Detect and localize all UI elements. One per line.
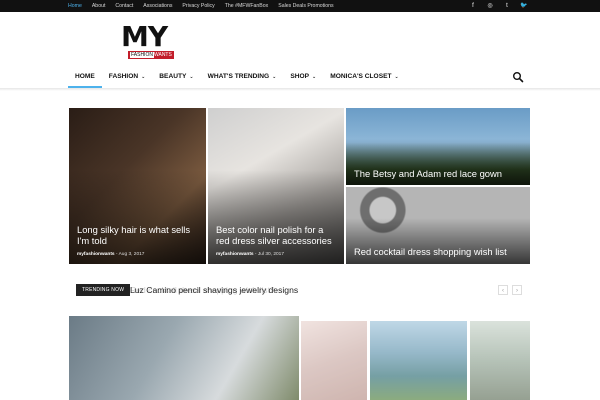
top-links: Home About Contact Associations Privacy … <box>68 0 334 12</box>
nav-item-monicas-closet[interactable]: MONICA'S CLOSET ⌄ <box>323 66 405 88</box>
logo-tagline-prefix: FASHION <box>130 52 154 58</box>
nav-divider <box>0 88 600 91</box>
top-link-fanbox[interactable]: The #MFWFanBox <box>225 0 269 12</box>
top-link-about[interactable]: About <box>92 0 106 12</box>
nav-item-label: MONICA'S CLOSET <box>330 73 392 80</box>
nav-item-beauty[interactable]: BEAUTY ⌄ <box>152 66 200 88</box>
top-link-sales-deals[interactable]: Sales Deals Promotions <box>278 0 333 12</box>
nav-item-label: FASHION <box>108 73 139 80</box>
featured-post-title[interactable]: The Betsy and Adam red lace gown <box>354 168 522 179</box>
tile-shade <box>346 217 530 264</box>
featured-post-meta: myfashionwants - Aug 3, 2017 <box>77 252 145 257</box>
trending-label: TRENDING NOW <box>76 284 131 296</box>
nav-item-fashion[interactable]: FASHION ⌄ <box>102 66 153 88</box>
post-thumbnail-large[interactable] <box>69 316 299 400</box>
featured-post-meta: myfashionwants - Jul 30, 2017 <box>216 252 284 257</box>
instagram-icon[interactable]: ◎ <box>486 0 494 12</box>
top-link-home[interactable]: Home <box>68 0 82 12</box>
post-date: Jul 30, 2017 <box>257 252 284 257</box>
chevron-down-icon: ⌄ <box>394 74 399 80</box>
nav-item-whats-trending[interactable]: WHAT'S TRENDING ⌄ <box>201 66 284 88</box>
site-logo[interactable]: MY FASHIONWANTS <box>121 20 174 63</box>
chevron-down-icon: ⌄ <box>272 74 277 80</box>
tile-shade <box>69 170 206 264</box>
search-icon[interactable] <box>512 71 524 83</box>
featured-post-title[interactable]: Best color nail polish for a red dress s… <box>216 224 336 246</box>
top-bar: Home About Contact Associations Privacy … <box>0 0 600 12</box>
featured-post-3[interactable]: The Betsy and Adam red lace gown <box>346 108 530 185</box>
post-date: Aug 3, 2017 <box>118 252 145 257</box>
post-author[interactable]: myfashionwants <box>216 252 254 257</box>
social-links: f ◎ t 🐦 <box>469 0 528 12</box>
logo-wordmark: MY <box>121 20 168 53</box>
logo-tagline: FASHIONWANTS <box>128 51 174 59</box>
nav-item-home[interactable]: HOME <box>68 66 102 88</box>
top-link-associations[interactable]: Associations <box>143 0 172 12</box>
post-author[interactable]: myfashionwants <box>77 252 115 257</box>
image-fade-overlay <box>300 316 531 400</box>
nav-item-label: BEAUTY <box>159 73 187 80</box>
main-nav: HOME FASHION ⌄ BEAUTY ⌄ WHAT'S TRENDING ⌄ S… <box>68 66 530 88</box>
featured-post-4[interactable]: Red cocktail dress shopping wish list <box>346 187 530 264</box>
nav-item-shop[interactable]: SHOP ⌄ <box>283 66 323 88</box>
trending-next-button[interactable]: › <box>512 285 522 295</box>
featured-post-title[interactable]: Long silky hair is what sells I'm told <box>77 224 198 246</box>
tile-shade <box>208 170 344 264</box>
tumblr-icon[interactable]: t <box>503 0 511 12</box>
featured-post-title[interactable]: Red cocktail dress shopping wish list <box>354 246 522 257</box>
nav-item-label: HOME <box>75 73 95 80</box>
nav-item-label: WHAT'S TRENDING <box>207 73 270 80</box>
trending-headline[interactable]: Luz Camino pencil shavings jewelry desig… <box>130 284 298 296</box>
top-link-privacy-policy[interactable]: Privacy Policy <box>182 0 214 12</box>
chevron-down-icon: ⌄ <box>189 74 194 80</box>
trending-now-bar: TRENDING NOW Red cocktail dress shopping… <box>76 284 522 296</box>
top-link-contact[interactable]: Contact <box>115 0 133 12</box>
twitter-icon[interactable]: 🐦 <box>520 0 528 12</box>
featured-post-1[interactable]: Long silky hair is what sells I'm told m… <box>69 108 206 264</box>
facebook-icon[interactable]: f <box>469 0 477 12</box>
trending-prev-button[interactable]: ‹ <box>498 285 508 295</box>
featured-post-2[interactable]: Best color nail polish for a red dress s… <box>208 108 344 264</box>
nav-item-label: SHOP <box>290 73 310 80</box>
logo-tagline-suffix: WANTS <box>153 52 172 58</box>
chevron-down-icon: ⌄ <box>312 74 317 80</box>
chevron-down-icon: ⌄ <box>141 74 146 80</box>
